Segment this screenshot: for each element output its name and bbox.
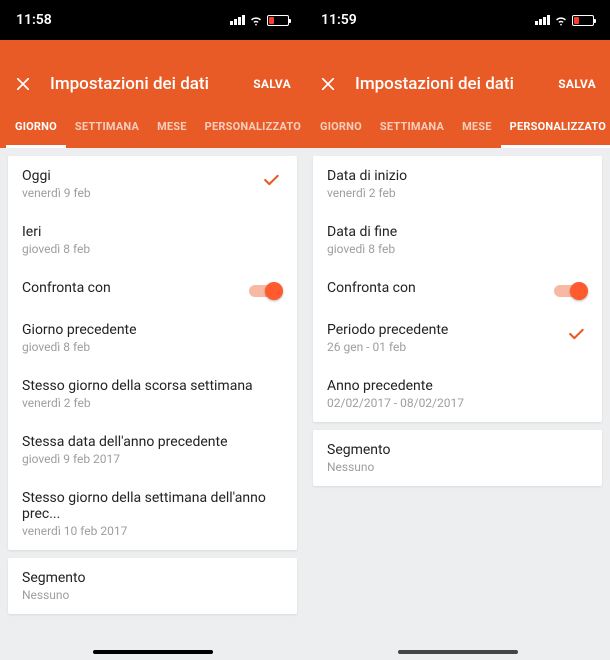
tab-personalizzato[interactable]: PERSONALIZZATO [196, 108, 305, 148]
segment-row[interactable]: Segmento Nessuno [8, 558, 297, 614]
tab-mese[interactable]: MESE [453, 108, 501, 148]
tab-mese[interactable]: MESE [148, 108, 196, 148]
wifi-icon [554, 13, 568, 27]
option-sub: venerdì 2 feb [22, 396, 283, 410]
check-icon [261, 170, 281, 190]
option-sub: giovedì 8 feb [22, 340, 283, 354]
option-title: Giorno precedente [22, 322, 283, 338]
tab-giorno[interactable]: GIORNO [6, 108, 66, 148]
option-oggi[interactable]: Oggi venerdì 9 feb [8, 156, 297, 212]
battery-icon [267, 15, 289, 26]
segment-row[interactable]: Segmento Nessuno [313, 430, 602, 486]
option-title: Periodo precedente [327, 322, 588, 338]
status-bar: 11:58 [0, 0, 305, 40]
compare-switch[interactable] [554, 282, 588, 300]
option-prev-day[interactable]: Giorno precedente giovedì 8 feb [8, 310, 297, 366]
home-indicator[interactable] [398, 650, 518, 654]
status-bar: 11:59 [305, 0, 610, 40]
signal-icon [535, 15, 550, 25]
segment-value: Nessuno [22, 588, 283, 602]
status-icons [535, 13, 594, 27]
signal-icon [230, 15, 245, 25]
close-icon[interactable] [319, 75, 337, 93]
tabs: GIORNO SETTIMANA MESE PERSONALIZZATO [305, 108, 610, 148]
status-time: 11:59 [321, 12, 357, 28]
page-title: Impostazioni dei dati [355, 74, 558, 94]
option-prev-period[interactable]: Periodo precedente 26 gen - 01 feb [313, 310, 602, 366]
option-sub: venerdì 9 feb [22, 186, 283, 200]
option-sub: 26 gen - 01 feb [327, 340, 588, 354]
option-title: Data di inizio [327, 168, 588, 184]
battery-icon [572, 15, 594, 26]
home-indicator[interactable] [93, 650, 213, 654]
option-sub: 02/02/2017 - 08/02/2017 [327, 396, 588, 410]
option-sub: giovedì 9 feb 2017 [22, 452, 283, 466]
segment-value: Nessuno [327, 460, 588, 474]
compare-label: Confronta con [327, 280, 588, 296]
check-icon [566, 324, 586, 344]
option-ieri[interactable]: Ieri giovedì 8 feb [8, 212, 297, 268]
option-title: Stessa data dell'anno precedente [22, 434, 283, 450]
option-title: Oggi [22, 168, 283, 184]
status-time: 11:58 [16, 12, 52, 28]
compare-label: Confronta con [22, 280, 283, 296]
tab-settimana[interactable]: SETTIMANA [371, 108, 453, 148]
option-same-day-last-week[interactable]: Stesso giorno della scorsa settimana ven… [8, 366, 297, 422]
end-date-row[interactable]: Data di fine giovedì 8 feb [313, 212, 602, 268]
option-sub: giovedì 8 feb [327, 242, 588, 256]
option-title: Anno precedente [327, 378, 588, 394]
segment-title: Segmento [327, 442, 588, 458]
compare-switch[interactable] [249, 282, 283, 300]
option-title: Ieri [22, 224, 283, 240]
wifi-icon [249, 13, 263, 27]
page-title: Impostazioni dei dati [50, 74, 253, 94]
option-sub: venerdì 10 feb 2017 [22, 524, 283, 538]
option-title: Stesso giorno della settimana dell'anno … [22, 490, 283, 522]
tab-personalizzato[interactable]: PERSONALIZZATO [501, 108, 610, 148]
option-same-date-last-year[interactable]: Stessa data dell'anno precedente giovedì… [8, 422, 297, 478]
save-button[interactable]: SALVA [253, 77, 291, 91]
option-title: Data di fine [327, 224, 588, 240]
compare-row: Confronta con [313, 268, 602, 310]
tab-giorno[interactable]: GIORNO [311, 108, 371, 148]
tab-settimana[interactable]: SETTIMANA [66, 108, 148, 148]
option-sub: venerdì 2 feb [327, 186, 588, 200]
status-icons [230, 13, 289, 27]
start-date-row[interactable]: Data di inizio venerdì 2 feb [313, 156, 602, 212]
segment-title: Segmento [22, 570, 283, 586]
tabs: GIORNO SETTIMANA MESE PERSONALIZZATO [0, 108, 305, 148]
option-sub: giovedì 8 feb [22, 242, 283, 256]
compare-row: Confronta con [8, 268, 297, 310]
save-button[interactable]: SALVA [558, 77, 596, 91]
option-title: Stesso giorno della scorsa settimana [22, 378, 283, 394]
close-icon[interactable] [14, 75, 32, 93]
option-same-weekday-last-year[interactable]: Stesso giorno della settimana dell'anno … [8, 478, 297, 550]
option-prev-year[interactable]: Anno precedente 02/02/2017 - 08/02/2017 [313, 366, 602, 422]
